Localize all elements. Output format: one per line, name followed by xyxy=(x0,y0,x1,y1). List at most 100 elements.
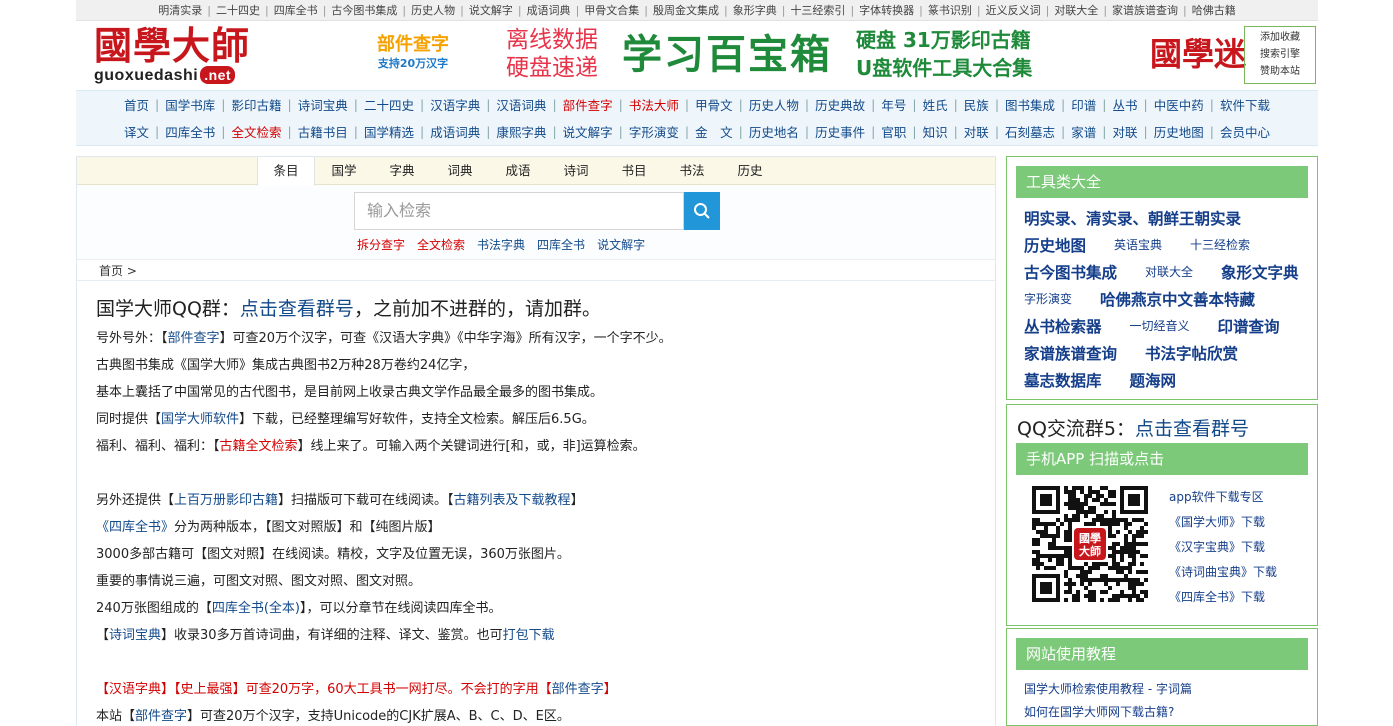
top-link[interactable]: 对联大全 xyxy=(1049,2,1103,18)
package-download-link[interactable]: 打包下载 xyxy=(503,628,555,643)
breadcrumb[interactable]: 首页 > xyxy=(77,259,995,281)
nav-link[interactable]: 历史典故 xyxy=(809,95,871,114)
tab-3[interactable]: 词典 xyxy=(431,157,489,185)
tool-link[interactable]: 丛书检索器 xyxy=(1024,315,1102,337)
top-link[interactable]: 哈佛古籍 xyxy=(1187,2,1241,18)
tool-link[interactable]: 十三经检索 xyxy=(1190,236,1250,253)
nav-link[interactable]: 诗词宝典 xyxy=(292,95,354,114)
tab-8[interactable]: 历史 xyxy=(721,157,779,185)
siku-full-link[interactable]: 四库全书(全本) xyxy=(212,601,300,616)
quick-link[interactable]: 说文解字 xyxy=(597,236,645,253)
search-button[interactable] xyxy=(684,192,720,230)
quick-link[interactable]: 四库全书 xyxy=(537,236,585,253)
top-link[interactable]: 成语词典 xyxy=(522,2,576,18)
tool-link[interactable]: 哈佛燕京中文善本特藏 xyxy=(1100,288,1255,310)
top-link[interactable]: 古今图书集成 xyxy=(326,2,402,18)
nav-link[interactable]: 历史地名 xyxy=(743,122,805,141)
tool-link[interactable]: 题海网 xyxy=(1130,369,1177,391)
nav-link[interactable]: 部件查字 xyxy=(557,95,619,114)
nav-link[interactable]: 四库全书 xyxy=(159,122,221,141)
ancient-list-link[interactable]: 古籍列表及下载教程 xyxy=(454,493,571,508)
top-link[interactable]: 十三经索引 xyxy=(785,2,850,18)
nav-link[interactable]: 古籍书目 xyxy=(292,122,354,141)
quick-link[interactable]: 拆分查字 xyxy=(357,236,405,253)
nav-link[interactable]: 汉语词典 xyxy=(490,95,552,114)
tab-0[interactable]: 条目 xyxy=(257,157,315,186)
tool-link[interactable]: 家谱族谱查询 xyxy=(1024,342,1117,364)
nav-link[interactable]: 年号 xyxy=(875,95,912,114)
bujian-link-2[interactable]: 部件查字 xyxy=(552,682,604,697)
nav-link[interactable]: 对联 xyxy=(1107,122,1144,141)
nav-link[interactable]: 石刻墓志 xyxy=(999,122,1061,141)
nav-link[interactable]: 历史地图 xyxy=(1148,122,1210,141)
tab-6[interactable]: 书目 xyxy=(605,157,663,185)
nav-link[interactable]: 姓氏 xyxy=(917,95,954,114)
tool-link[interactable]: 对联大全 xyxy=(1145,263,1193,280)
nav-link[interactable]: 家谱 xyxy=(1065,122,1102,141)
tool-link[interactable]: 明实录、清实录、朝鲜王朝实录 xyxy=(1024,207,1241,229)
nav-link[interactable]: 丛书 xyxy=(1107,95,1144,114)
nav-link[interactable]: 首页 xyxy=(118,95,155,114)
nav-link[interactable]: 中医中药 xyxy=(1148,95,1210,114)
qq5-link[interactable]: 点击查看群号 xyxy=(1135,418,1249,440)
nav-link[interactable]: 二十四史 xyxy=(358,95,420,114)
software-link[interactable]: 国学大师软件 xyxy=(161,412,239,427)
top-link[interactable]: 历史人物 xyxy=(406,2,460,18)
top-link[interactable]: 家谱族谱查询 xyxy=(1107,2,1183,18)
offline-promo[interactable]: 离线数据 硬盘速递 xyxy=(506,26,598,82)
tutorial-link[interactable]: 如何在国学大师网下载古籍? xyxy=(1024,701,1317,724)
tab-7[interactable]: 书法 xyxy=(663,157,721,185)
nav-link[interactable]: 会员中心 xyxy=(1214,122,1276,141)
top-link[interactable]: 说文解字 xyxy=(464,2,518,18)
top-link[interactable]: 二十四史 xyxy=(211,2,265,18)
disk-promo[interactable]: 硬盘 31万影印古籍 U盘软件工具大合集 xyxy=(856,26,1032,82)
nav-link[interactable]: 官职 xyxy=(875,122,912,141)
nav-link[interactable]: 国学精选 xyxy=(358,122,420,141)
quick-link[interactable]: 书法字典 xyxy=(477,236,525,253)
app-link[interactable]: 《国学大师》下载 xyxy=(1169,510,1277,535)
tab-4[interactable]: 成语 xyxy=(489,157,547,185)
app-link[interactable]: 《汉字宝典》下载 xyxy=(1169,535,1277,560)
nav-link[interactable]: 说文解字 xyxy=(557,122,619,141)
bujian-link[interactable]: 部件查字 xyxy=(168,331,220,346)
nav-link[interactable]: 知识 xyxy=(917,122,954,141)
top-link[interactable]: 近义反义词 xyxy=(981,2,1046,18)
nav-link[interactable]: 金 文 xyxy=(689,122,739,141)
app-link[interactable]: 《四库全书》下载 xyxy=(1169,585,1277,610)
nav-link[interactable]: 历史事件 xyxy=(809,122,871,141)
nav-link[interactable]: 汉语字典 xyxy=(424,95,486,114)
tool-link[interactable]: 书法字帖欣赏 xyxy=(1145,342,1238,364)
tab-5[interactable]: 诗词 xyxy=(547,157,605,185)
tool-link[interactable]: 英语宝典 xyxy=(1114,236,1162,253)
nav-link[interactable]: 甲骨文 xyxy=(689,95,739,114)
sponsor-link[interactable]: 赞助本站 xyxy=(1245,63,1315,80)
search-engine-link[interactable]: 搜索引擎 xyxy=(1245,46,1315,63)
siku-link[interactable]: 《四库全书》 xyxy=(96,520,174,535)
app-qr-code[interactable]: 國學 大師 xyxy=(1029,483,1151,605)
bujian-promo[interactable]: 部件查字 支持20万汉字 xyxy=(368,34,458,72)
qq-group-link[interactable]: 点击查看群号 xyxy=(240,298,354,320)
top-link[interactable]: 殷周金文集成 xyxy=(648,2,724,18)
tool-link[interactable]: 一切经音义 xyxy=(1130,317,1190,334)
nav-link[interactable]: 全文检索 xyxy=(225,122,287,141)
tutorial-link[interactable]: 国学大师检索使用教程 - 字词篇 xyxy=(1024,678,1317,701)
nav-link[interactable]: 译文 xyxy=(118,122,155,141)
nav-link[interactable]: 影印古籍 xyxy=(225,95,287,114)
nav-link[interactable]: 历史人物 xyxy=(743,95,805,114)
top-link[interactable]: 明清实录 xyxy=(153,2,207,18)
search-input[interactable]: 输入检索 xyxy=(354,192,684,230)
tool-link[interactable]: 字形演变 xyxy=(1024,290,1072,307)
app-link[interactable]: 《诗词曲宝典》下载 xyxy=(1169,560,1277,585)
nav-link[interactable]: 字形演变 xyxy=(623,122,685,141)
tool-link[interactable]: 墓志数据库 xyxy=(1024,369,1102,391)
top-link[interactable]: 四库全书 xyxy=(269,2,323,18)
top-link[interactable]: 字体转换器 xyxy=(854,2,919,18)
add-favorite-link[interactable]: 添加收藏 xyxy=(1245,29,1315,46)
tab-1[interactable]: 国学 xyxy=(315,157,373,185)
bujian-link-3[interactable]: 部件查字 xyxy=(135,709,187,724)
nav-link[interactable]: 图书集成 xyxy=(999,95,1061,114)
baibao-promo[interactable]: 学习百宝箱 xyxy=(622,30,832,80)
dictionary-link[interactable]: 汉语字典 xyxy=(109,682,161,697)
tool-link[interactable]: 印谱查询 xyxy=(1218,315,1280,337)
nav-link[interactable]: 书法大师 xyxy=(623,95,685,114)
